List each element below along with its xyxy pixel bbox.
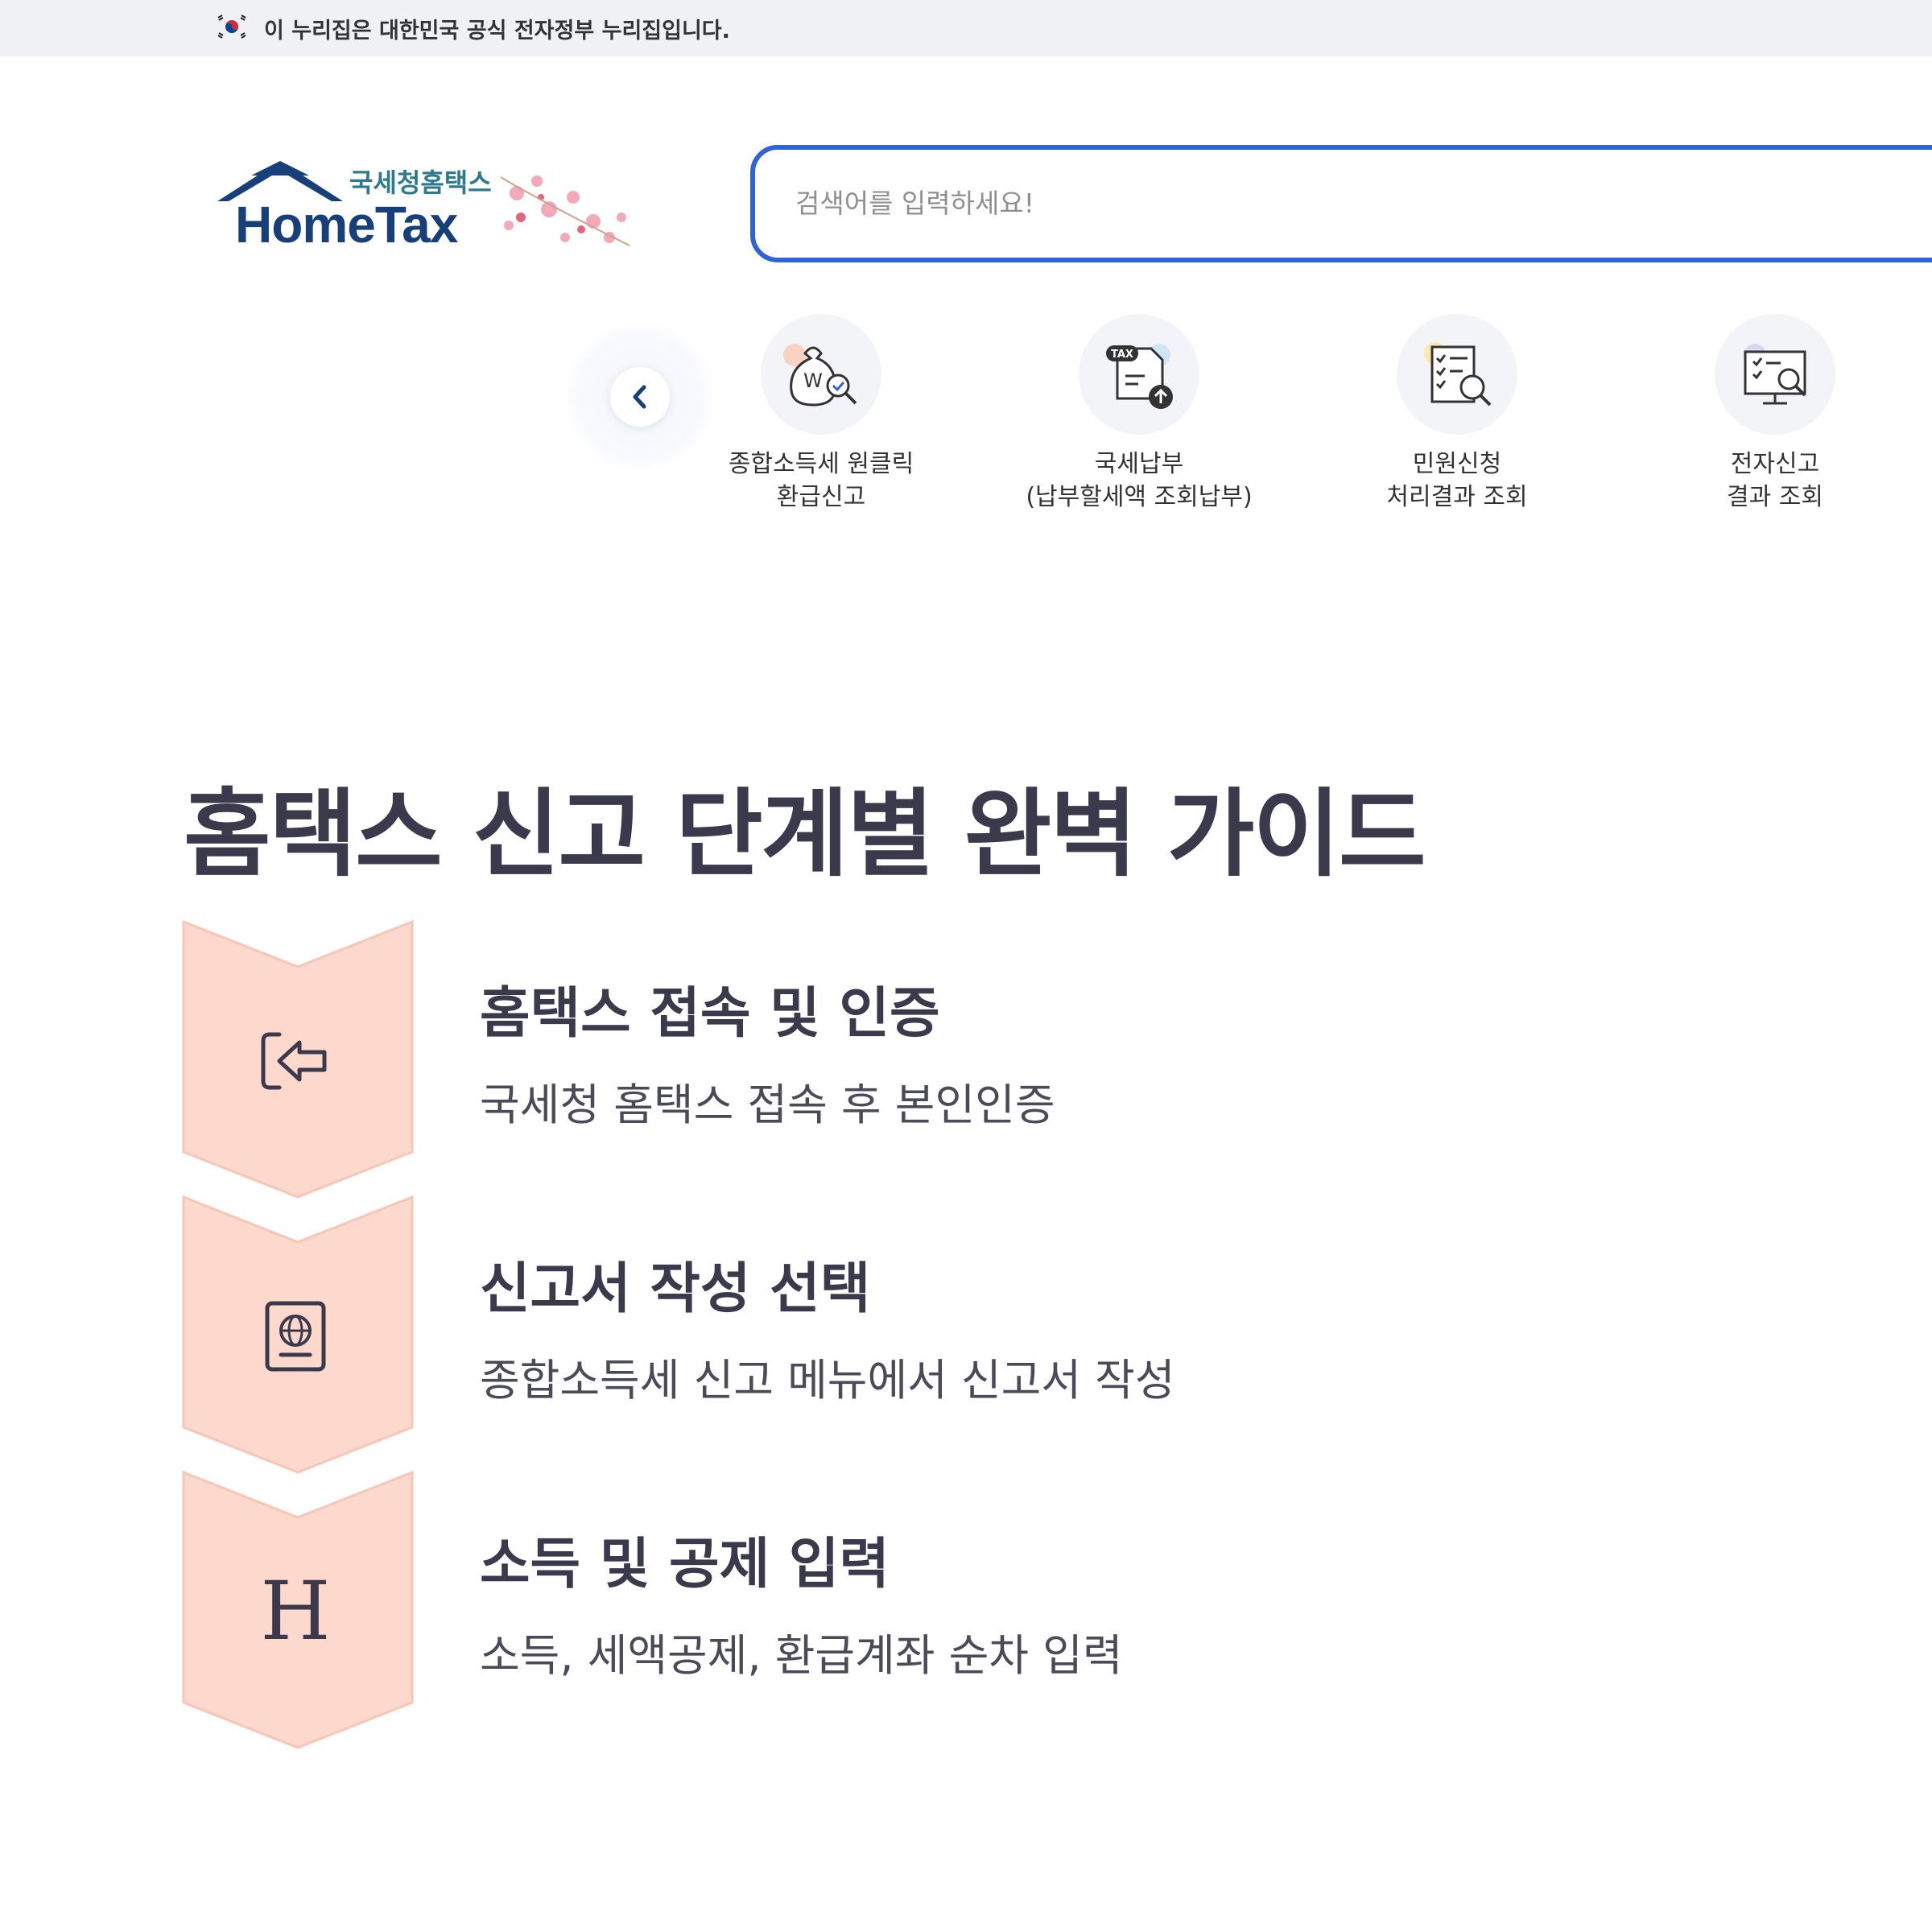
quick-menu-label-line2: (납부할세액 조회납부) xyxy=(1026,483,1253,511)
hometax-logo[interactable]: 국세청홈택스 HomeTax xyxy=(211,153,646,266)
guide-title: 홈택스 신고 단계별 완벽 가이드 xyxy=(184,778,1426,890)
quick-menu-label-line1: 전자신고 xyxy=(1730,450,1820,478)
step-heading: 신고서 작성 선택 xyxy=(480,1257,871,1321)
step-description: 소득, 세액공제, 환급계좌 순차 입력 xyxy=(480,1630,1123,1681)
quick-menu-item-tax-payment[interactable]: TAX 국세납부 (납부할세액 조회납부) xyxy=(1018,314,1260,514)
quick-menu-label-line2: 처리결과 조회 xyxy=(1386,483,1528,511)
step-heading: 홈택스 접속 및 인증 xyxy=(480,982,940,1046)
cherry-blossom-icon xyxy=(500,175,630,246)
guide-step-2: 신고서 작성 선택 종합소득세 신고 메뉴에서 신고서 작성 xyxy=(182,1195,1470,1474)
tax-upload-icon: TAX xyxy=(1106,344,1173,409)
logo-english-text: HomeTax xyxy=(235,196,458,254)
page: 이 누리집은 대한민국 공식 전자정부 누리집입니다. 국세청홈택스 HomeT… xyxy=(0,0,1932,1932)
quick-menu-label-line1: 국세납부 xyxy=(1094,450,1184,478)
quick-menu-prev-button[interactable] xyxy=(564,320,716,473)
letter-h-icon: H xyxy=(260,1564,331,1658)
guide-step-1: 홈택스 접속 및 인증 국세청 홈택스 접속 후 본인인증 xyxy=(182,920,1470,1199)
gov-banner: 이 누리집은 대한민국 공식 전자정부 누리집입니다. xyxy=(0,0,1932,56)
step-heading: 소득 및 공제 입력 xyxy=(480,1533,890,1596)
quick-menu-item-e-filing-result[interactable]: 전자신고 결과 조회 xyxy=(1654,314,1896,514)
gov-banner-text: 이 누리집은 대한민국 공식 전자정부 누리집입니다. xyxy=(264,19,730,43)
search-box xyxy=(750,145,1932,262)
monitor-search-icon xyxy=(1744,344,1806,405)
step-description: 종합소득세 신고 메뉴에서 신고서 작성 xyxy=(480,1355,1175,1406)
quick-menu-label-line2: 결과 조회 xyxy=(1727,483,1823,511)
quick-menu-label-line1: 종합소득세 원클릭 xyxy=(728,450,914,478)
guide-step-3: H 소득 및 공제 입력 소득, 세액공제, 환급계좌 순차 입력 xyxy=(182,1471,1470,1749)
checklist-search-icon xyxy=(1424,342,1492,407)
search-input[interactable] xyxy=(795,179,1761,227)
step-description: 국세청 홈택스 접속 후 본인인증 xyxy=(480,1080,1055,1130)
svg-text:W: W xyxy=(803,369,823,392)
login-arrow-icon xyxy=(261,1032,327,1090)
quick-menu-item-refund[interactable]: W 종합소득세 원클릭 환급신고 xyxy=(700,314,942,514)
svg-text:TAX: TAX xyxy=(1111,349,1133,361)
korea-flag-icon xyxy=(217,14,246,39)
chevron-left-icon xyxy=(633,385,646,409)
quick-menu-label-line1: 민원신청 xyxy=(1412,450,1502,478)
money-bag-search-icon: W xyxy=(783,344,857,407)
quick-menu-label-line2: 환급신고 xyxy=(776,483,866,511)
quick-menu-item-civil-request[interactable]: 민원신청 처리결과 조회 xyxy=(1336,314,1578,514)
passport-icon xyxy=(265,1301,326,1372)
